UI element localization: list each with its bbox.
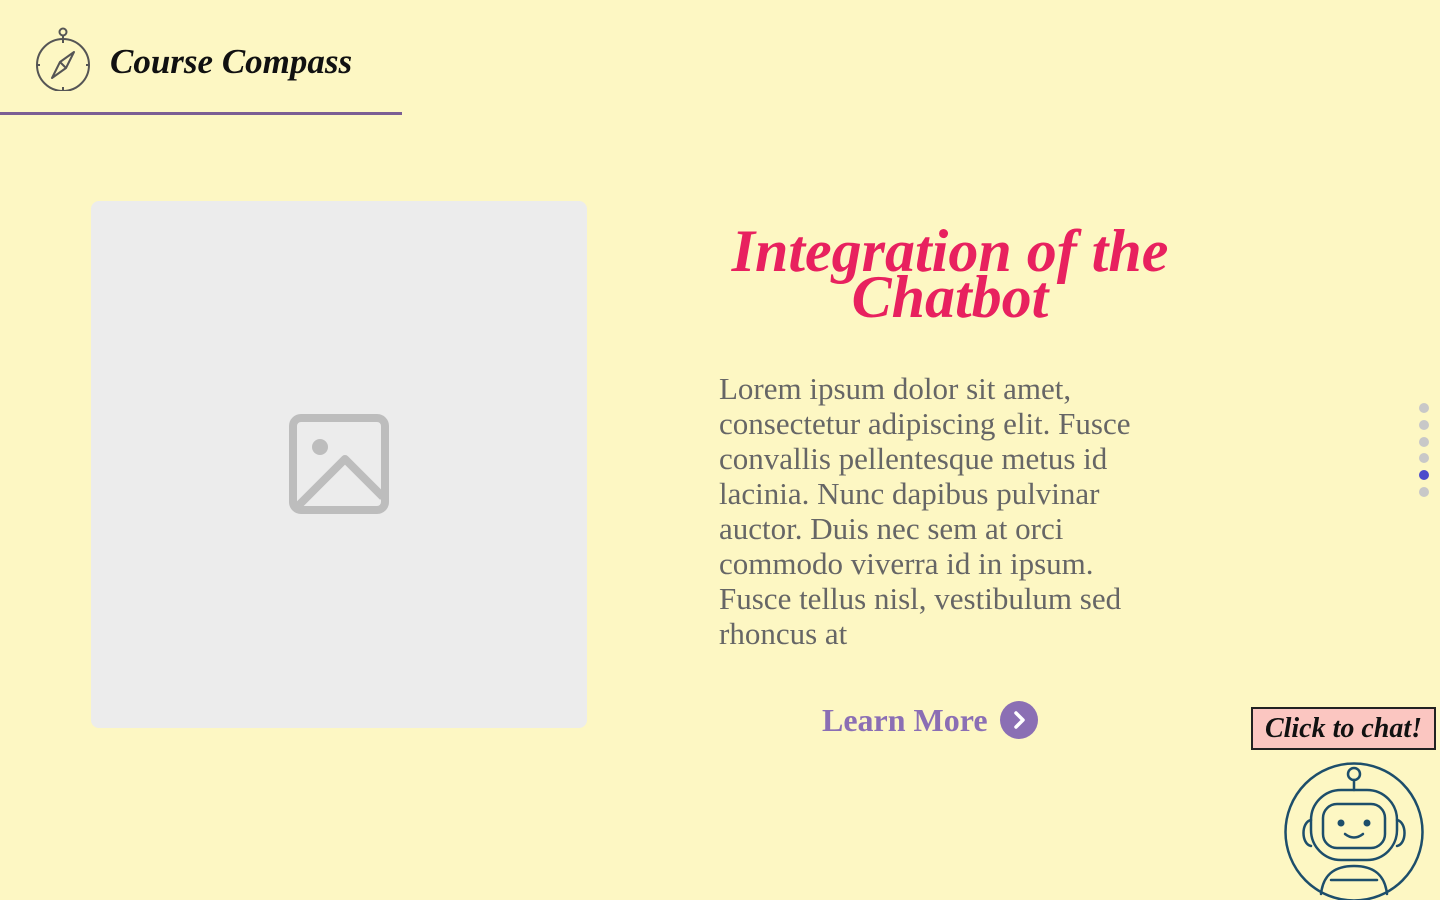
robot-icon[interactable] [1283,762,1425,900]
image-placeholder-icon [289,414,389,514]
pagination-dot-4[interactable] [1419,453,1429,464]
site-header: Course Compass [0,0,402,115]
chat-button-label: Click to chat! [1264,712,1423,744]
pagination-dot-5-active[interactable] [1419,470,1429,481]
site-title: Course Compass [110,42,353,81]
chevron-right-icon [999,701,1038,739]
pagination-dot-2[interactable] [1419,419,1429,430]
slide-pagination [1419,403,1429,504]
chat-button[interactable]: Click to chat! [1251,707,1436,750]
pagination-dot-1[interactable] [1419,403,1429,413]
compass-icon [36,27,90,91]
learn-more-button[interactable]: Learn More [822,700,1038,740]
learn-more-label: Learn More [822,701,988,738]
pagination-dot-3[interactable] [1419,436,1429,447]
hero-headline: Integration of the Chatbot [731,218,1169,330]
pagination-dot-6[interactable] [1419,486,1429,497]
hero-body-text: Lorem ipsum dolor sit amet, consectetur … [719,371,1131,651]
page: Course Compass Integration of the Chatbo… [0,0,1440,900]
